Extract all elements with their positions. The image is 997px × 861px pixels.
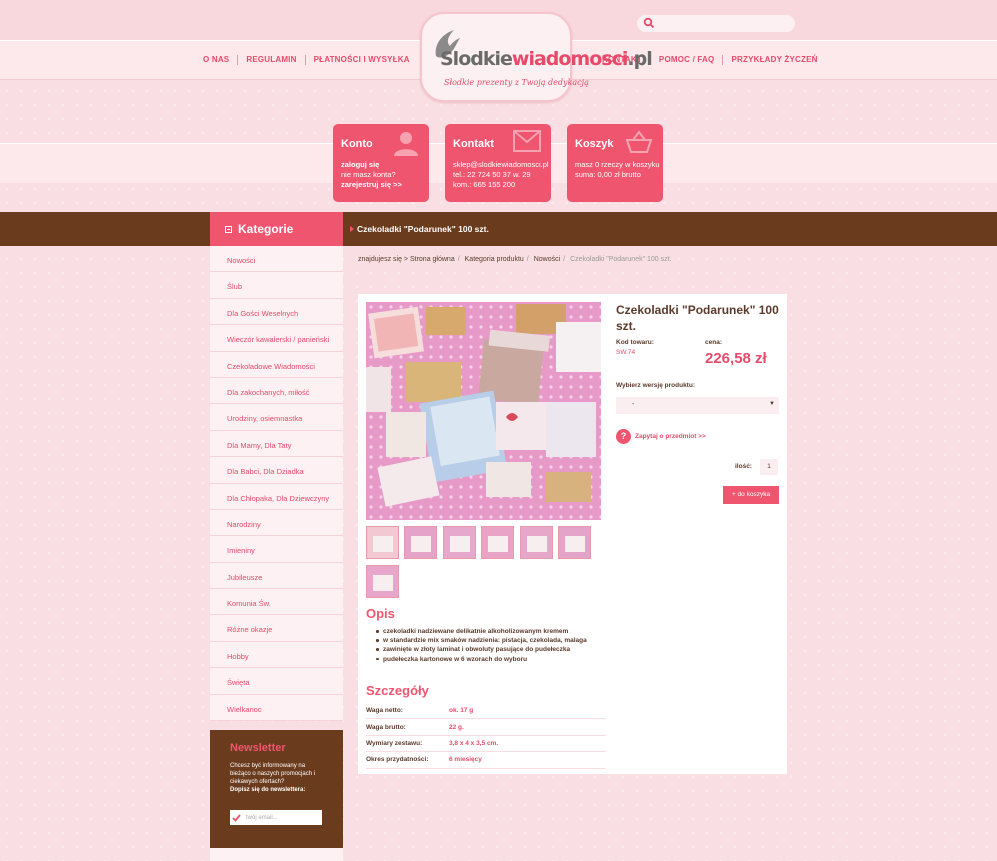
details-table: Waga netto: ok. 17 g Waga brutto: 22 g. Wy… [366,703,606,769]
sidebar-item[interactable]: Dla Gości Weselnych [210,298,343,326]
description-list: czekoladki nadziewane delikatnie alkohol… [376,627,606,664]
category-list: Nowości Ślub Dla Gości Weselnych Wieczór ka… [210,246,343,722]
konto-box[interactable]: Konto zaloguj się nie masz konta? zareje… [333,124,429,202]
kontakt-box[interactable]: Kontakt sklep@slodkiewiadomosci.pl tel.:… [445,124,551,202]
sidebar-item[interactable]: Nowości [210,246,343,273]
search-icon[interactable] [643,17,655,29]
product-thumbnail[interactable] [366,526,399,559]
no-account-text: nie masz konta? [341,170,396,179]
breadcrumb-home[interactable]: Strona główna [410,256,455,263]
breadcrumb-nowosci[interactable]: Nowości [534,256,560,263]
sidebar-item[interactable]: Urodziny, osiemnastka [210,404,343,431]
login-link[interactable]: zaloguj się [341,160,421,170]
sidebar-item[interactable]: Czekoladowe Wiadomości [210,351,343,378]
breadcrumb-category[interactable]: Kategoria produktu [465,256,524,263]
basket-icon [625,130,653,153]
contact-email[interactable]: sklep@slodkiewiadomosci.pl [453,160,549,170]
nav-link-regulamin[interactable]: REGULAMIN [238,55,306,65]
table-row: Waga brutto: 22 g. [366,719,606,736]
newsletter-text: Chcesz być informowany na bieżąco o nasz… [230,763,316,793]
sidebar-item[interactable]: Dla Mamy, Dla Taty [210,430,343,458]
product-thumbnail[interactable] [366,565,399,598]
code-label: Kod towaru: [616,339,654,346]
product-thumbnail[interactable] [481,526,514,559]
register-link[interactable]: zarejestruj się >> [341,180,421,190]
product-thumbnail[interactable] [520,526,553,559]
nav-link-o-nas[interactable]: O NAS [195,55,239,65]
ask-about-product-link[interactable]: Zapytaj o przedmiot >> [635,433,706,440]
newsletter-title: Newsletter [230,742,286,754]
newsletter-placeholder: twój email... [246,814,278,821]
product-image[interactable] [366,302,601,520]
product-thumbnail[interactable] [558,526,591,559]
sidebar-item[interactable]: Wieczór kawalerski / panieński [210,325,343,352]
sidebar-item[interactable]: Wielkanoc [210,694,343,722]
variant-label: Wybierz wersję produktu: [616,382,695,389]
product-thumbnail[interactable] [443,526,476,559]
quantity-input[interactable]: 1 [760,459,778,475]
add-to-cart-button[interactable]: + do koszyka [723,486,779,504]
description-title: Opis [366,606,395,621]
page-title: Czekoladki "Podarunek" 100 szt. [350,224,489,234]
sidebar-item[interactable]: Jubileusze [210,562,343,590]
sidebar-item[interactable]: Hobby [210,641,343,669]
price-label: cena: [705,339,722,346]
envelope-icon [513,130,541,152]
variant-value: - [632,401,635,408]
contact-phone: tel.: 22 724 50 37 w. 29 [453,170,531,179]
breadcrumb: znajdujesz się > Strona główna / Kategori… [358,256,672,263]
cart-count: masz 0 rzeczy w koszyku [575,160,660,169]
contact-mobile: kom.: 665 155 200 [453,180,516,189]
logo-text: Slodkiewiadomosci.pl [440,48,653,70]
check-icon[interactable] [230,810,242,825]
search-input[interactable] [637,15,795,32]
koszyk-box[interactable]: Koszyk masz 0 rzeczy w koszyku suma: 0,0… [567,124,663,202]
logo-tagline: Słodkie prezenty z Twoją dedykacją [444,78,589,87]
table-row: Waga netto: ok. 17 g [366,703,606,720]
nav-link-pomoc[interactable]: POMOC / FAQ [651,55,724,65]
sidebar-item[interactable]: Imieniny [210,536,343,563]
product-thumbnail[interactable] [404,526,437,559]
breadcrumb-prefix: znajdujesz się > [358,256,409,263]
sidebar-footer [210,848,343,861]
variant-select[interactable]: - ▼ [616,397,779,414]
description-item: zawinięte w złoty laminat i obwoluty pas… [376,645,606,654]
product-price: 226,58 zł [705,350,767,367]
newsletter-email-field[interactable]: twój email... [230,810,322,825]
nav-left: O NAS REGULAMIN PŁATNOŚCI I WYSYŁKA [195,55,418,65]
description-item: pudełeczka kartonowe w 6 wzorach do wybo… [376,655,606,664]
breadcrumb-current: Czekoladki "Podarunek" 100 szt. [570,256,672,263]
quantity-label: ilość: [735,463,752,470]
sidebar-item[interactable]: Święta [210,668,343,695]
user-icon [394,132,418,156]
product-code: SW.74 [616,349,636,356]
table-row: Wymiary zestawu: 3,8 x 4 x 3,5 cm. [366,736,606,753]
table-row: Okres przydatności: 6 miesięcy [366,752,606,769]
dropdown-arrow-icon: ▼ [769,401,775,407]
title-bar [0,212,997,246]
sidebar-item[interactable]: Dla Chłopaka, Dla Dziewczyny [210,483,343,510]
sidebar-item[interactable]: Ślub [210,272,343,299]
sidebar-item[interactable]: Narodziny [210,509,343,537]
sidebar-item[interactable]: Dla zakochanych, miłość [210,377,343,405]
sidebar-title: Kategorie [210,212,343,246]
sidebar-item[interactable]: Różne okazje [210,615,343,642]
nav-link-przyklady[interactable]: PRZYKŁADY ŻYCZEŃ [723,55,825,65]
product-name: Czekoladki "Podarunek" 100 szt. [616,303,779,333]
description-item: czekoladki nadziewane delikatnie alkohol… [376,627,606,636]
details-title: Szczegóły [366,683,429,698]
sidebar-item[interactable]: Dla Babci, Dla Dziadka [210,457,343,484]
collapse-icon[interactable] [225,226,232,233]
newsletter-box: Newsletter Chcesz być informowany na bie… [210,730,343,848]
nav-link-platnosci[interactable]: PŁATNOŚCI I WYSYŁKA [306,55,418,65]
question-icon[interactable]: ? [616,429,631,444]
cart-sum: suma: 0,00 zł brutto [575,170,641,179]
sidebar-item[interactable]: Komunia Św. [210,589,343,616]
description-item: w standardzie mix smaków nadzienia: pist… [376,636,606,645]
